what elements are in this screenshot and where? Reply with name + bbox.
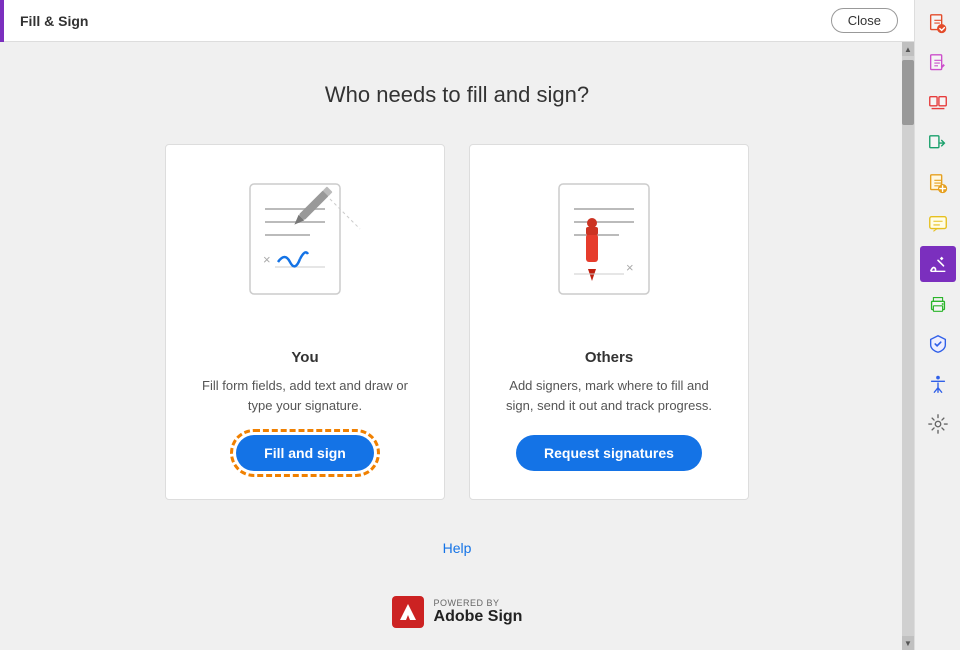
organize-pages-icon[interactable] <box>920 86 956 122</box>
powered-by-container: POWERED BY Adobe Sign <box>434 598 523 626</box>
header-title: Fill & Sign <box>20 13 88 29</box>
convert-icon[interactable] <box>920 126 956 162</box>
export-pdf-icon[interactable] <box>920 6 956 42</box>
scroll-thumb[interactable] <box>902 60 914 125</box>
others-card-description: Add signers, mark where to fill and sign… <box>494 376 724 415</box>
help-link[interactable]: Help <box>443 540 472 556</box>
accessibility-icon[interactable] <box>920 366 956 402</box>
edit-pdf-icon[interactable] <box>920 46 956 82</box>
print-icon[interactable] <box>920 286 956 322</box>
others-card-title: Others <box>585 349 633 366</box>
scroll-down-arrow[interactable]: ▼ <box>902 636 914 650</box>
powered-by-text: POWERED BY <box>434 598 523 608</box>
request-signatures-button[interactable]: Request signatures <box>516 435 702 471</box>
tools-icon[interactable] <box>920 406 956 442</box>
close-button[interactable]: Close <box>831 8 898 33</box>
svg-text:×: × <box>626 260 634 275</box>
adobe-sign-brand: Adobe Sign <box>434 608 523 626</box>
you-svg-illustration: × <box>230 174 380 324</box>
right-sidebar <box>914 0 960 650</box>
header-accent <box>0 0 4 42</box>
content-area: Who needs to fill and sign? × <box>0 42 914 650</box>
you-card-description: Fill form fields, add text and draw or t… <box>190 376 420 415</box>
cards-container: × <box>165 144 749 500</box>
others-card: × Others Add signers, mark where to fill… <box>469 144 749 500</box>
others-svg-illustration: × <box>534 174 684 324</box>
adobe-logo <box>392 596 424 628</box>
scroll-up-arrow[interactable]: ▲ <box>902 42 914 56</box>
fill-and-sign-button[interactable]: Fill and sign <box>236 435 374 471</box>
you-card-title: You <box>291 349 318 366</box>
you-card: × <box>165 144 445 500</box>
create-pdf-icon[interactable] <box>920 166 956 202</box>
you-illustration: × <box>225 169 385 329</box>
comment-icon[interactable] <box>920 206 956 242</box>
svg-text:×: × <box>263 252 271 267</box>
main-question: Who needs to fill and sign? <box>325 82 589 108</box>
header-bar: Fill & Sign Close <box>0 0 914 42</box>
main-scrollbar[interactable]: ▲ ▼ <box>902 42 914 650</box>
others-illustration: × <box>529 169 689 329</box>
protect-icon[interactable] <box>920 326 956 362</box>
adobe-footer: POWERED BY Adobe Sign <box>392 596 523 628</box>
fill-sign-sidebar-icon[interactable] <box>920 246 956 282</box>
